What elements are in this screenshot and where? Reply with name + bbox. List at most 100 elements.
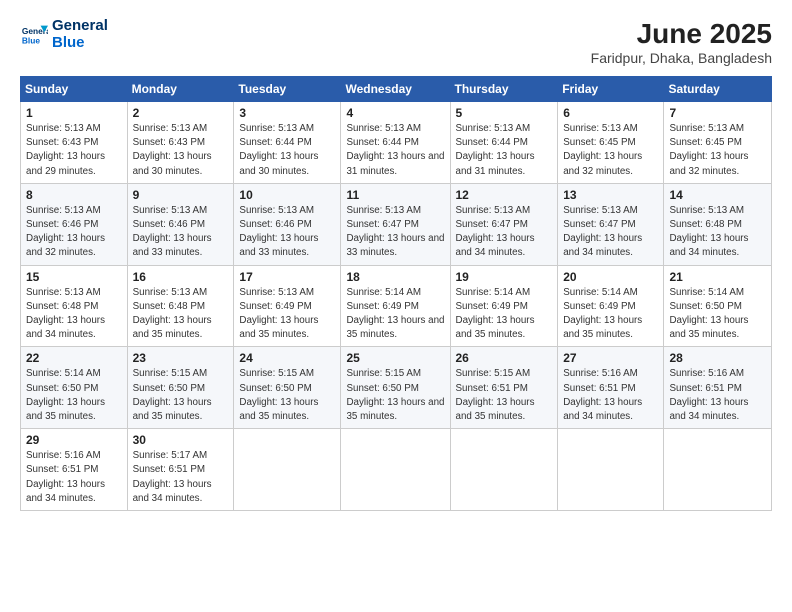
sunset-label: Sunset: 6:48 PM [26,301,98,312]
sunrise-label: Sunrise: 5:13 AM [133,287,208,298]
table-row: 25 Sunrise: 5:15 AM Sunset: 6:50 PM Dayl… [341,347,450,429]
calendar-row-2: 15 Sunrise: 5:13 AM Sunset: 6:48 PM Dayl… [21,265,772,347]
table-row: 14 Sunrise: 5:13 AM Sunset: 6:48 PM Dayl… [664,183,772,265]
sunset-label: Sunset: 6:44 PM [456,137,528,148]
day-info: Sunrise: 5:13 AM Sunset: 6:48 PM Dayligh… [669,204,766,261]
day-info: Sunrise: 5:15 AM Sunset: 6:50 PM Dayligh… [133,367,229,424]
daylight-label: Daylight: 13 hours and 34 minutes. [133,479,212,504]
sunrise-label: Sunrise: 5:17 AM [133,450,208,461]
day-number: 27 [563,351,658,365]
table-row: 22 Sunrise: 5:14 AM Sunset: 6:50 PM Dayl… [21,347,128,429]
table-row: 15 Sunrise: 5:13 AM Sunset: 6:48 PM Dayl… [21,265,128,347]
day-number: 23 [133,351,229,365]
sunset-label: Sunset: 6:43 PM [26,137,98,148]
table-row: 12 Sunrise: 5:13 AM Sunset: 6:47 PM Dayl… [450,183,558,265]
sunrise-label: Sunrise: 5:13 AM [239,287,314,298]
day-number: 1 [26,106,122,120]
sunrise-label: Sunrise: 5:15 AM [239,368,314,379]
table-row [341,429,450,511]
daylight-label: Daylight: 13 hours and 35 minutes. [346,397,444,422]
sunset-label: Sunset: 6:46 PM [239,219,311,230]
day-number: 8 [26,188,122,202]
daylight-label: Daylight: 13 hours and 33 minutes. [346,233,444,258]
day-info: Sunrise: 5:13 AM Sunset: 6:46 PM Dayligh… [26,204,122,261]
table-row [234,429,341,511]
col-monday: Monday [127,77,234,102]
sunrise-label: Sunrise: 5:14 AM [456,287,531,298]
month-title: June 2025 [591,18,772,50]
day-info: Sunrise: 5:13 AM Sunset: 6:45 PM Dayligh… [563,122,658,179]
daylight-label: Daylight: 13 hours and 32 minutes. [669,151,748,176]
daylight-label: Daylight: 13 hours and 30 minutes. [239,151,318,176]
calendar-header-row: Sunday Monday Tuesday Wednesday Thursday… [21,77,772,102]
day-info: Sunrise: 5:14 AM Sunset: 6:50 PM Dayligh… [669,286,766,343]
day-info: Sunrise: 5:16 AM Sunset: 6:51 PM Dayligh… [26,449,122,506]
day-info: Sunrise: 5:13 AM Sunset: 6:49 PM Dayligh… [239,286,335,343]
day-info: Sunrise: 5:14 AM Sunset: 6:50 PM Dayligh… [26,367,122,424]
table-row: 24 Sunrise: 5:15 AM Sunset: 6:50 PM Dayl… [234,347,341,429]
table-row: 5 Sunrise: 5:13 AM Sunset: 6:44 PM Dayli… [450,102,558,184]
table-row: 19 Sunrise: 5:14 AM Sunset: 6:49 PM Dayl… [450,265,558,347]
day-info: Sunrise: 5:13 AM Sunset: 6:48 PM Dayligh… [26,286,122,343]
sunset-label: Sunset: 6:45 PM [563,137,635,148]
table-row: 3 Sunrise: 5:13 AM Sunset: 6:44 PM Dayli… [234,102,341,184]
day-info: Sunrise: 5:13 AM Sunset: 6:47 PM Dayligh… [346,204,444,261]
day-info: Sunrise: 5:16 AM Sunset: 6:51 PM Dayligh… [563,367,658,424]
sunrise-label: Sunrise: 5:14 AM [346,287,421,298]
sunrise-label: Sunrise: 5:13 AM [26,287,101,298]
sunset-label: Sunset: 6:50 PM [346,383,418,394]
day-number: 19 [456,270,553,284]
daylight-label: Daylight: 13 hours and 35 minutes. [563,315,642,340]
table-row: 30 Sunrise: 5:17 AM Sunset: 6:51 PM Dayl… [127,429,234,511]
day-info: Sunrise: 5:13 AM Sunset: 6:43 PM Dayligh… [26,122,122,179]
sunrise-label: Sunrise: 5:16 AM [563,368,638,379]
calendar-row-4: 29 Sunrise: 5:16 AM Sunset: 6:51 PM Dayl… [21,429,772,511]
day-info: Sunrise: 5:15 AM Sunset: 6:51 PM Dayligh… [456,367,553,424]
daylight-label: Daylight: 13 hours and 31 minutes. [346,151,444,176]
daylight-label: Daylight: 13 hours and 34 minutes. [26,479,105,504]
sunset-label: Sunset: 6:49 PM [239,301,311,312]
daylight-label: Daylight: 13 hours and 35 minutes. [239,315,318,340]
day-info: Sunrise: 5:14 AM Sunset: 6:49 PM Dayligh… [563,286,658,343]
sunrise-label: Sunrise: 5:14 AM [26,368,101,379]
page: General Blue GeneralBlue June 2025 Farid… [0,0,792,612]
day-number: 11 [346,188,444,202]
day-number: 14 [669,188,766,202]
day-number: 13 [563,188,658,202]
day-info: Sunrise: 5:13 AM Sunset: 6:44 PM Dayligh… [239,122,335,179]
table-row: 6 Sunrise: 5:13 AM Sunset: 6:45 PM Dayli… [558,102,664,184]
sunrise-label: Sunrise: 5:13 AM [26,123,101,134]
daylight-label: Daylight: 13 hours and 35 minutes. [456,315,535,340]
day-info: Sunrise: 5:13 AM Sunset: 6:46 PM Dayligh… [239,204,335,261]
table-row: 26 Sunrise: 5:15 AM Sunset: 6:51 PM Dayl… [450,347,558,429]
sunrise-label: Sunrise: 5:13 AM [669,123,744,134]
sunrise-label: Sunrise: 5:16 AM [26,450,101,461]
sunrise-label: Sunrise: 5:15 AM [133,368,208,379]
day-info: Sunrise: 5:13 AM Sunset: 6:45 PM Dayligh… [669,122,766,179]
day-info: Sunrise: 5:17 AM Sunset: 6:51 PM Dayligh… [133,449,229,506]
col-saturday: Saturday [664,77,772,102]
sunrise-label: Sunrise: 5:13 AM [133,205,208,216]
logo: General Blue GeneralBlue [20,18,108,51]
day-number: 16 [133,270,229,284]
sunset-label: Sunset: 6:51 PM [563,383,635,394]
sunrise-label: Sunrise: 5:13 AM [563,205,638,216]
table-row [450,429,558,511]
col-wednesday: Wednesday [341,77,450,102]
table-row: 17 Sunrise: 5:13 AM Sunset: 6:49 PM Dayl… [234,265,341,347]
logo-icon: General Blue [20,21,48,49]
day-number: 10 [239,188,335,202]
sunset-label: Sunset: 6:47 PM [563,219,635,230]
sunset-label: Sunset: 6:43 PM [133,137,205,148]
day-number: 3 [239,106,335,120]
sunset-label: Sunset: 6:49 PM [346,301,418,312]
table-row: 13 Sunrise: 5:13 AM Sunset: 6:47 PM Dayl… [558,183,664,265]
table-row: 1 Sunrise: 5:13 AM Sunset: 6:43 PM Dayli… [21,102,128,184]
sunrise-label: Sunrise: 5:13 AM [133,123,208,134]
sunrise-label: Sunrise: 5:13 AM [346,123,421,134]
table-row: 29 Sunrise: 5:16 AM Sunset: 6:51 PM Dayl… [21,429,128,511]
sunrise-label: Sunrise: 5:13 AM [669,205,744,216]
table-row: 4 Sunrise: 5:13 AM Sunset: 6:44 PM Dayli… [341,102,450,184]
day-number: 15 [26,270,122,284]
daylight-label: Daylight: 13 hours and 35 minutes. [669,315,748,340]
